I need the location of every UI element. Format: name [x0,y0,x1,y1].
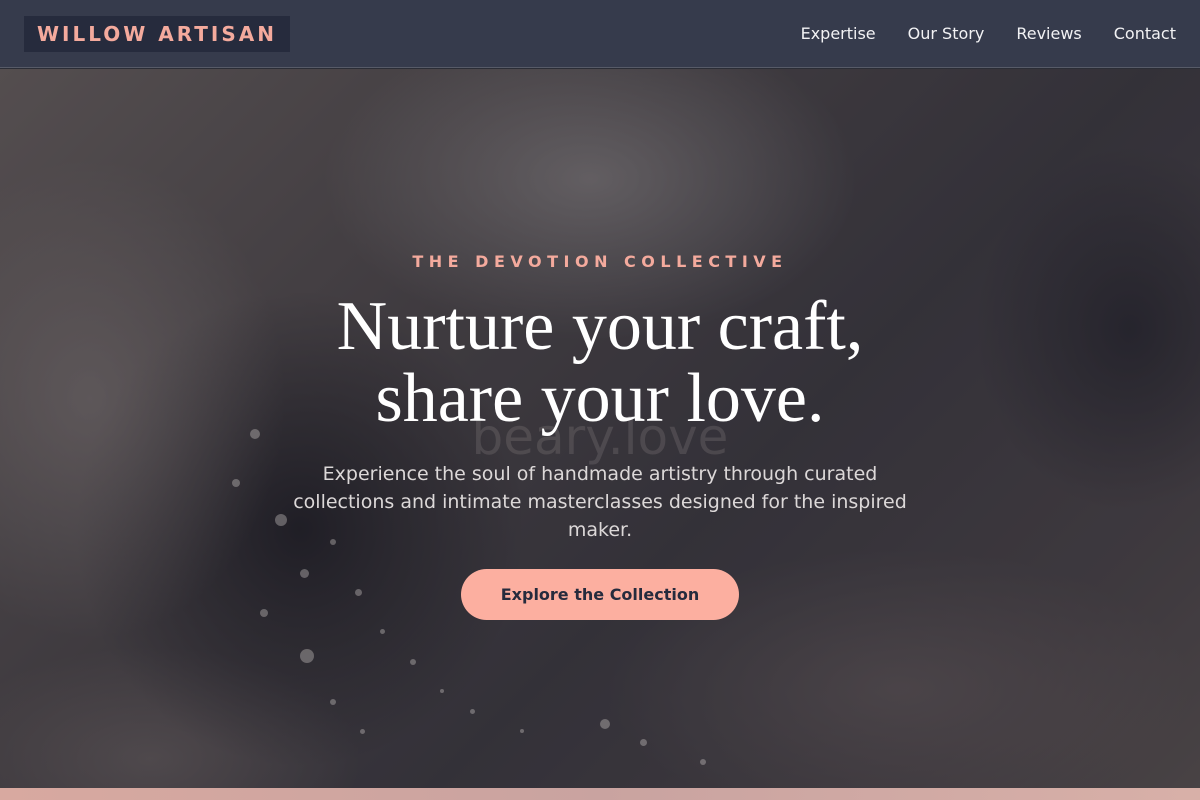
nav-link-contact[interactable]: Contact [1114,24,1176,43]
footer-edge-strip [0,788,1200,800]
explore-collection-button[interactable]: Explore the Collection [461,569,739,620]
nav-link-reviews[interactable]: Reviews [1016,24,1081,43]
hero-subtitle: Experience the soul of handmade artistry… [293,463,907,541]
hero-section: beary.love THE DEVOTION COLLECTIVE Nurtu… [0,69,1200,788]
hero-headline-line-1: Nurture your craft, [336,288,864,365]
main-nav: Expertise Our Story Reviews Contact [769,24,1176,43]
nav-link-expertise[interactable]: Expertise [801,24,876,43]
brand-logo[interactable]: WILLOW ARTISAN [24,15,290,52]
nav-link-our-story[interactable]: Our Story [908,24,985,43]
hero-eyebrow: THE DEVOTION COLLECTIVE [412,252,788,271]
hero-headline-line-2: share your love. [375,360,825,437]
site-header: WILLOW ARTISAN Expertise Our Story Revie… [0,0,1200,68]
hero-headline: Nurture your craft, share your love. [0,291,1200,435]
